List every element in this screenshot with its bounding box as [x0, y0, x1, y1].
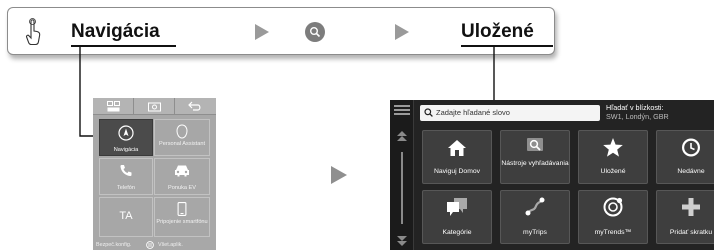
arrow-right-icon	[331, 166, 347, 184]
search-icon	[305, 22, 325, 42]
all-apps-icon	[146, 241, 154, 249]
tile-label: myTrips	[523, 229, 547, 236]
star-icon	[603, 138, 623, 157]
trips-icon	[525, 197, 545, 216]
tile-phone[interactable]: Telefón	[99, 158, 153, 195]
compass-icon	[118, 125, 134, 141]
tile-ta[interactable]: TA	[99, 197, 153, 237]
back-button[interactable]	[175, 98, 216, 115]
arrow-right-icon	[395, 24, 409, 40]
tile-label: Pripojenie smartfónu	[156, 219, 208, 225]
home-screen: Navigácia Personal Assistant Telefón Pon…	[93, 98, 216, 250]
plus-icon	[682, 198, 700, 216]
tile-recent[interactable]: Nedávne	[656, 130, 714, 184]
tile-saved[interactable]: Uložené	[578, 130, 648, 184]
tile-categories[interactable]: Kategórie	[422, 190, 492, 244]
search-tools-icon	[527, 138, 543, 151]
tile-navigation[interactable]: Navigácia	[99, 119, 153, 156]
apps-button[interactable]	[93, 98, 134, 115]
tile-add-shortcut[interactable]: Pridať skratku	[656, 190, 714, 244]
finger-tap-icon	[25, 18, 41, 46]
tile-label: Naviguj Domov	[433, 168, 481, 175]
underline-saved	[461, 45, 553, 47]
tile-label: Nástroje vyhľadávania	[501, 160, 569, 167]
search-icon	[424, 108, 433, 117]
breadcrumb-step-navigation[interactable]: Navigácia	[71, 21, 160, 43]
scroll-down-icon[interactable]	[396, 233, 408, 247]
all-apps-link[interactable]: Všet.aplik.	[158, 242, 183, 248]
search-near-value: SW1, Londýn, GBR	[606, 112, 669, 121]
home-bottom-strip: Bezpeč.konfig. Všet.aplik.	[93, 240, 216, 250]
camera-icon	[148, 102, 161, 112]
tile-label: Nedávne	[677, 168, 705, 175]
tile-label: Uložené	[600, 168, 626, 175]
apps-icon	[107, 101, 120, 112]
tile-mytrips[interactable]: myTrips	[500, 190, 570, 244]
tile-mytrends[interactable]: myTrends™	[578, 190, 648, 244]
back-icon	[188, 101, 201, 111]
search-placeholder: Zadajte hľadané slovo	[436, 108, 510, 117]
tile-label: Kategórie	[442, 229, 472, 236]
tile-label: Personal Assistant	[158, 141, 206, 147]
tile-navigate-home[interactable]: Naviguj Domov	[422, 130, 492, 184]
scroll-up-icon[interactable]	[396, 130, 408, 144]
categories-icon	[447, 198, 467, 216]
tile-label: myTrends™	[594, 229, 632, 236]
assistant-icon	[176, 124, 188, 139]
tile-label: Navigácia	[113, 147, 139, 153]
menu-icon[interactable]	[394, 105, 410, 115]
tile-smartphone-connection[interactable]: Pripojenie smartfónu	[154, 197, 210, 237]
search-near[interactable]: Hľadať v blízkosti: SW1, Londýn, GBR	[606, 103, 669, 121]
tile-label: Pridať skratku	[669, 229, 713, 236]
trends-icon	[603, 197, 623, 217]
home-icon	[448, 140, 466, 156]
breadcrumb-step-saved[interactable]: Uložené	[461, 21, 534, 43]
tile-ev-menu[interactable]: Ponuka EV	[154, 158, 210, 195]
phone-icon	[120, 165, 132, 176]
car-icon	[175, 165, 189, 177]
tile-label: TA	[119, 210, 133, 222]
search-input[interactable]: Zadajte hľadané slovo	[420, 105, 600, 121]
search-near-label: Hľadať v blízkosti:	[606, 103, 664, 112]
breadcrumb-bar: Navigácia Uložené	[7, 7, 555, 55]
safety-config-link[interactable]: Bezpeč.konfig.	[96, 242, 131, 248]
camera-button[interactable]	[134, 98, 175, 115]
tile-personal-assistant[interactable]: Personal Assistant	[154, 119, 210, 156]
smartphone-icon	[177, 202, 187, 216]
clock-icon	[682, 138, 700, 157]
tile-label: Telefón	[116, 185, 136, 191]
home-top-bar	[93, 98, 216, 115]
search-screen: Zadajte hľadané slovo Hľadať v blízkosti…	[390, 100, 714, 250]
left-control-column	[390, 100, 414, 250]
scrollbar[interactable]	[401, 152, 403, 224]
underline-navigation	[71, 45, 176, 47]
arrow-right-icon	[255, 24, 269, 40]
tile-search-tools[interactable]: Nástroje vyhľadávania	[500, 130, 570, 184]
tile-label: Ponuka EV	[168, 185, 196, 191]
